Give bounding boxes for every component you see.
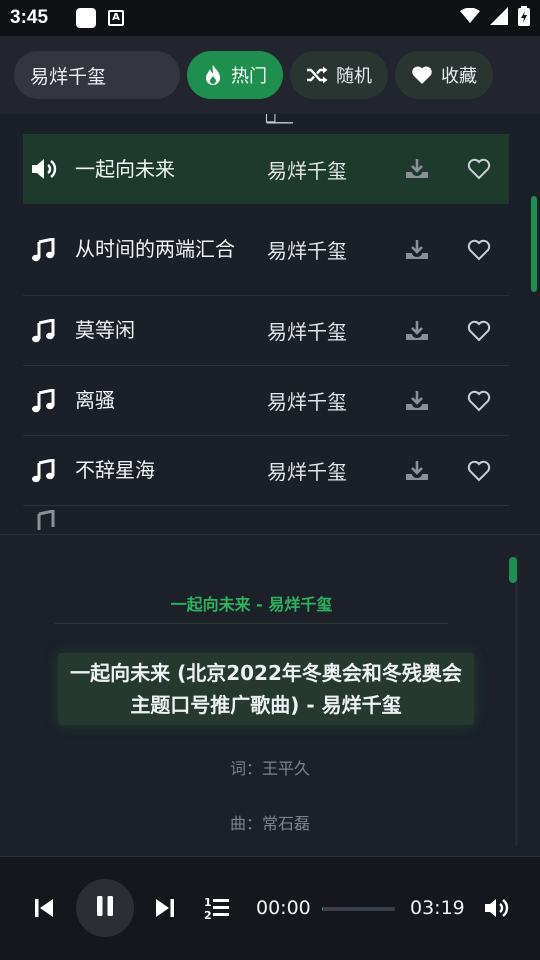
lyrics-panel[interactable]: 一起向未来 - 易烊千玺 一起向未来 (北京2022年冬奥会和冬残奥会主题口号推…: [0, 534, 540, 856]
volume-button[interactable]: [484, 897, 512, 923]
heart-outline-icon[interactable]: [467, 158, 491, 180]
status-time: 3:45: [10, 7, 49, 28]
lyrics-scrollbar[interactable]: [509, 557, 517, 583]
top-bar: 易烊千玺 热门 随机 收藏: [0, 36, 540, 114]
playlist-icon: 12: [204, 896, 230, 924]
download-icon[interactable]: [405, 158, 429, 180]
current-time: 00:00: [256, 897, 311, 919]
skip-previous-icon: [34, 897, 54, 923]
song-title: 从时间的两端汇合: [75, 237, 235, 261]
song-title: 一起向未来: [75, 156, 175, 181]
music-note-icon: [31, 318, 55, 343]
song-artist: 易烊千玺: [267, 239, 347, 263]
song-artist: 易烊千玺: [267, 460, 347, 484]
heart-outline-icon[interactable]: [467, 390, 491, 412]
player-bar: 12 00:00 03:19: [0, 856, 540, 960]
tab-random-label: 随机: [336, 66, 372, 87]
search-value: 易烊千玺: [30, 65, 107, 88]
heart-outline-icon[interactable]: [467, 239, 491, 261]
notification-icon: [76, 8, 96, 28]
tab-random[interactable]: 随机: [290, 51, 388, 99]
svg-text:2: 2: [204, 909, 212, 920]
a-notification-icon: A: [108, 10, 124, 26]
signal-icon: [490, 7, 508, 29]
volume-icon: [484, 897, 512, 923]
lyrics-header: 一起向未来 - 易烊千玺: [55, 591, 448, 624]
progress-slider[interactable]: [322, 907, 395, 911]
playlist-button[interactable]: 12: [204, 896, 230, 924]
next-button[interactable]: [155, 897, 175, 923]
music-note-icon: [31, 510, 55, 534]
play-pause-button[interactable]: [76, 879, 134, 937]
list-peek-artist: ニ̲ʼ̲'̲'̲: [265, 114, 293, 124]
heart-icon: [411, 65, 433, 85]
tab-hot[interactable]: 热门: [187, 51, 283, 99]
progress-fill: [322, 907, 324, 911]
download-icon[interactable]: [405, 390, 429, 412]
song-row-partial[interactable]: [23, 506, 509, 534]
song-row[interactable]: 不辞星海 易烊千玺: [23, 436, 509, 506]
tab-favorites[interactable]: 收藏: [395, 51, 493, 99]
total-time: 03:19: [410, 897, 465, 919]
wifi-icon: [460, 7, 480, 28]
list-scrollbar[interactable]: [531, 196, 537, 292]
song-title: 莫等闲: [75, 318, 135, 342]
previous-button[interactable]: [34, 897, 54, 923]
song-row[interactable]: 从时间的两端汇合 易烊千玺: [23, 204, 509, 296]
song-title: 离骚: [75, 388, 115, 412]
song-list[interactable]: ニ̲ʼ̲'̲'̲ 一起向未来 易烊千玺 从时间的两端汇合 易烊千玺: [0, 114, 540, 534]
song-artist: 易烊千玺: [267, 158, 347, 183]
lyric-current-line: 一起向未来 (北京2022年冬奥会和冬残奥会主题口号推广歌曲) - 易烊千玺: [58, 653, 474, 725]
heart-outline-icon[interactable]: [467, 320, 491, 342]
heart-outline-icon[interactable]: [467, 460, 491, 482]
skip-next-icon: [155, 897, 175, 923]
lyric-line-composer: 曲：常石磊: [229, 814, 310, 833]
download-icon[interactable]: [405, 460, 429, 482]
song-row-playing[interactable]: 一起向未来 易烊千玺: [23, 134, 509, 204]
music-note-icon: [31, 237, 55, 262]
shuffle-icon: [306, 66, 328, 84]
music-note-icon: [31, 458, 55, 483]
song-artist: 易烊千玺: [267, 390, 347, 414]
search-input[interactable]: 易烊千玺: [14, 51, 180, 99]
tab-hot-label: 热门: [231, 66, 267, 87]
lyrics-scroll[interactable]: 一起向未来 - 易烊千玺 一起向未来 (北京2022年冬奥会和冬残奥会主题口号推…: [0, 535, 518, 857]
lyrics-scroll-track: [515, 555, 518, 845]
music-note-icon: [31, 388, 55, 413]
download-icon[interactable]: [405, 320, 429, 342]
speaker-icon: [31, 157, 61, 181]
svg-text:1: 1: [204, 896, 212, 909]
battery-icon: [518, 6, 530, 30]
lyric-line-lyricist: 词：王平久: [229, 759, 310, 778]
song-row[interactable]: 莫等闲 易烊千玺: [23, 296, 509, 366]
download-icon[interactable]: [405, 239, 429, 261]
fire-icon: [203, 64, 223, 86]
song-title: 不辞星海: [75, 458, 155, 482]
status-bar: 3:45 A: [0, 0, 540, 36]
song-artist: 易烊千玺: [267, 320, 347, 344]
song-row[interactable]: 离骚 易烊千玺: [23, 366, 509, 436]
tab-favorites-label: 收藏: [441, 66, 477, 87]
pause-icon: [95, 895, 115, 921]
